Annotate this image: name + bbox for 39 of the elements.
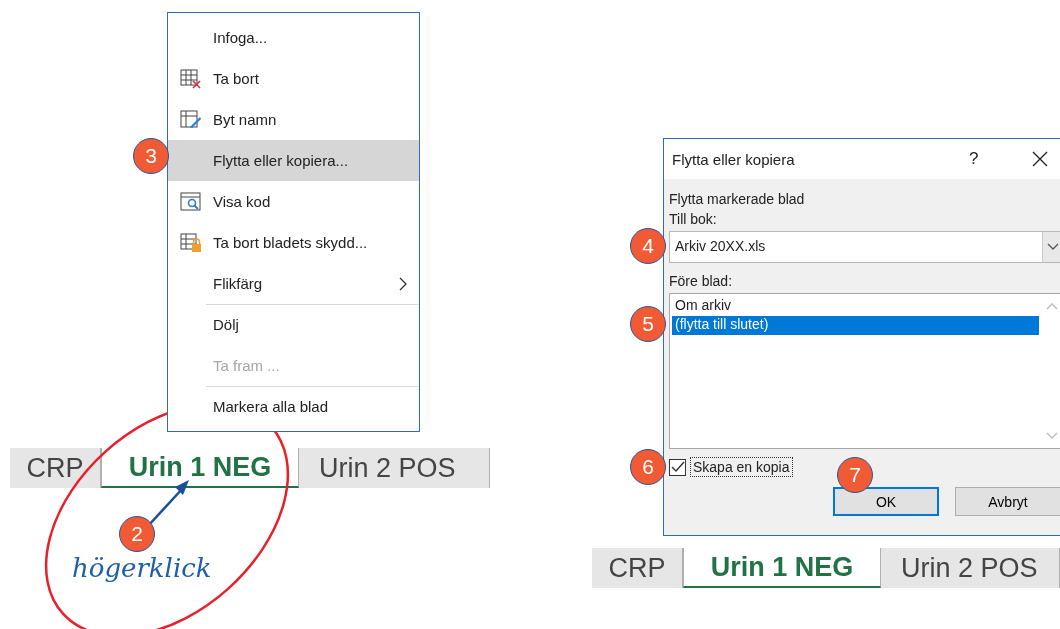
menu-item[interactable]: Flikfärg <box>168 263 419 304</box>
list-item[interactable]: Om arkiv <box>672 297 1039 316</box>
field-label: Före blad: <box>669 273 734 289</box>
menu-item[interactable]: Ta bort bladets skydd... <box>168 222 419 263</box>
checkbox[interactable] <box>669 458 686 476</box>
chevron-right-icon <box>399 277 407 291</box>
help-button[interactable]: ? <box>969 149 979 169</box>
menu-item[interactable]: Flytta eller kopiera... <box>168 140 419 181</box>
field-label: Till bok: <box>669 211 718 227</box>
table-pencil-icon <box>179 109 202 130</box>
dialog-button[interactable]: Avbryt <box>955 487 1060 516</box>
step-badge: 2 <box>119 516 155 552</box>
workbook-dropdown[interactable]: Arkiv 20XX.xls <box>669 231 1060 263</box>
step-badge: 7 <box>837 457 873 493</box>
sheet-tab[interactable]: Urin 2 POS <box>881 548 1060 588</box>
menu-item[interactable]: Markera alla blad <box>168 386 419 427</box>
step-badge: 4 <box>630 228 666 264</box>
magnifier-window-icon <box>179 191 202 212</box>
menu-item[interactable]: Ta bort <box>168 58 419 99</box>
list-item[interactable]: (flytta till slutet) <box>672 316 1039 335</box>
menu-item[interactable]: Byt namn <box>168 99 419 140</box>
step-badge: 6 <box>630 449 666 485</box>
dialog-button[interactable]: OK <box>833 487 939 516</box>
chevron-down-icon <box>1047 243 1059 251</box>
step-badge: 5 <box>630 306 666 342</box>
menu-item[interactable]: Infoga... <box>168 17 419 58</box>
annotation-text: högerklick <box>72 553 212 583</box>
sheet-tab[interactable]: Urin 1 NEG <box>101 448 299 488</box>
step-badge: 3 <box>133 138 169 174</box>
table-x-icon <box>179 68 202 89</box>
sheet-tab[interactable]: Urin 2 POS <box>299 448 490 488</box>
menu-item[interactable]: Dölj <box>168 304 419 345</box>
checkbox-label[interactable]: Skapa en kopia <box>690 457 793 477</box>
dialog-heading: Flytta markerade blad <box>669 191 806 207</box>
dialog-title: Flytta eller kopiera <box>672 150 795 168</box>
close-icon[interactable] <box>1032 151 1048 167</box>
menu-item[interactable]: Visa kod <box>168 181 419 222</box>
table-lock-icon <box>179 232 202 253</box>
sheet-tab[interactable]: Urin 1 NEG <box>683 548 881 588</box>
